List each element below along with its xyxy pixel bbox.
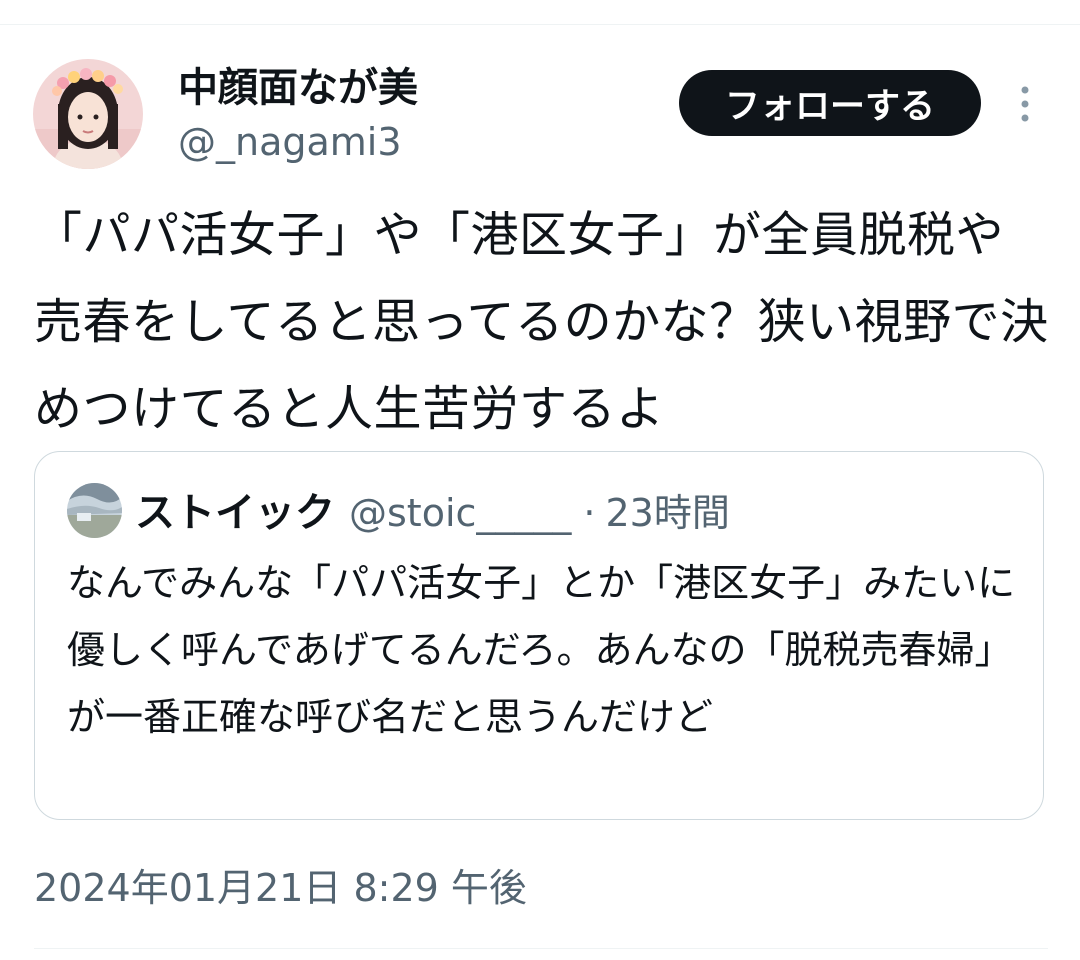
quote-separator: · — [583, 491, 596, 535]
quote-header: ストイック @stoic_____ · 23時間 — [135, 480, 730, 538]
tweet-timestamp[interactable]: 2024年01月21日 8:29 午後 — [34, 860, 527, 916]
tweet-text: 「パパ活女子」や「港区女子」が全員脱税や売春をしてると思ってるのかな？狭い視野で… — [34, 207, 1049, 437]
quote-author-handle[interactable]: @stoic_____ — [349, 491, 571, 535]
quote-author-display-name[interactable]: ストイック — [135, 480, 335, 538]
author-handle[interactable]: @_nagami3 — [178, 118, 402, 166]
user-avatar-photo-icon — [33, 59, 143, 169]
top-divider — [0, 24, 1080, 25]
more-vertical-icon[interactable] — [1008, 82, 1042, 126]
quote-text: なんでみんな「パパ活女子」とか「港区女子」みたいに優しく呼んであげてるんだろ。あ… — [67, 561, 1016, 739]
landscape-avatar-icon — [67, 483, 122, 538]
quote-relative-time[interactable]: 23時間 — [606, 482, 730, 537]
author-avatar[interactable] — [33, 59, 143, 169]
bottom-divider — [34, 948, 1048, 949]
quoted-tweet-card[interactable]: ストイック @stoic_____ · 23時間 なんでみんな「パパ活女子」とか… — [34, 451, 1044, 820]
follow-button[interactable]: フォローする — [679, 70, 981, 136]
author-display-name[interactable]: 中顔面なが美 — [178, 62, 418, 114]
quote-author-avatar[interactable] — [67, 483, 122, 538]
